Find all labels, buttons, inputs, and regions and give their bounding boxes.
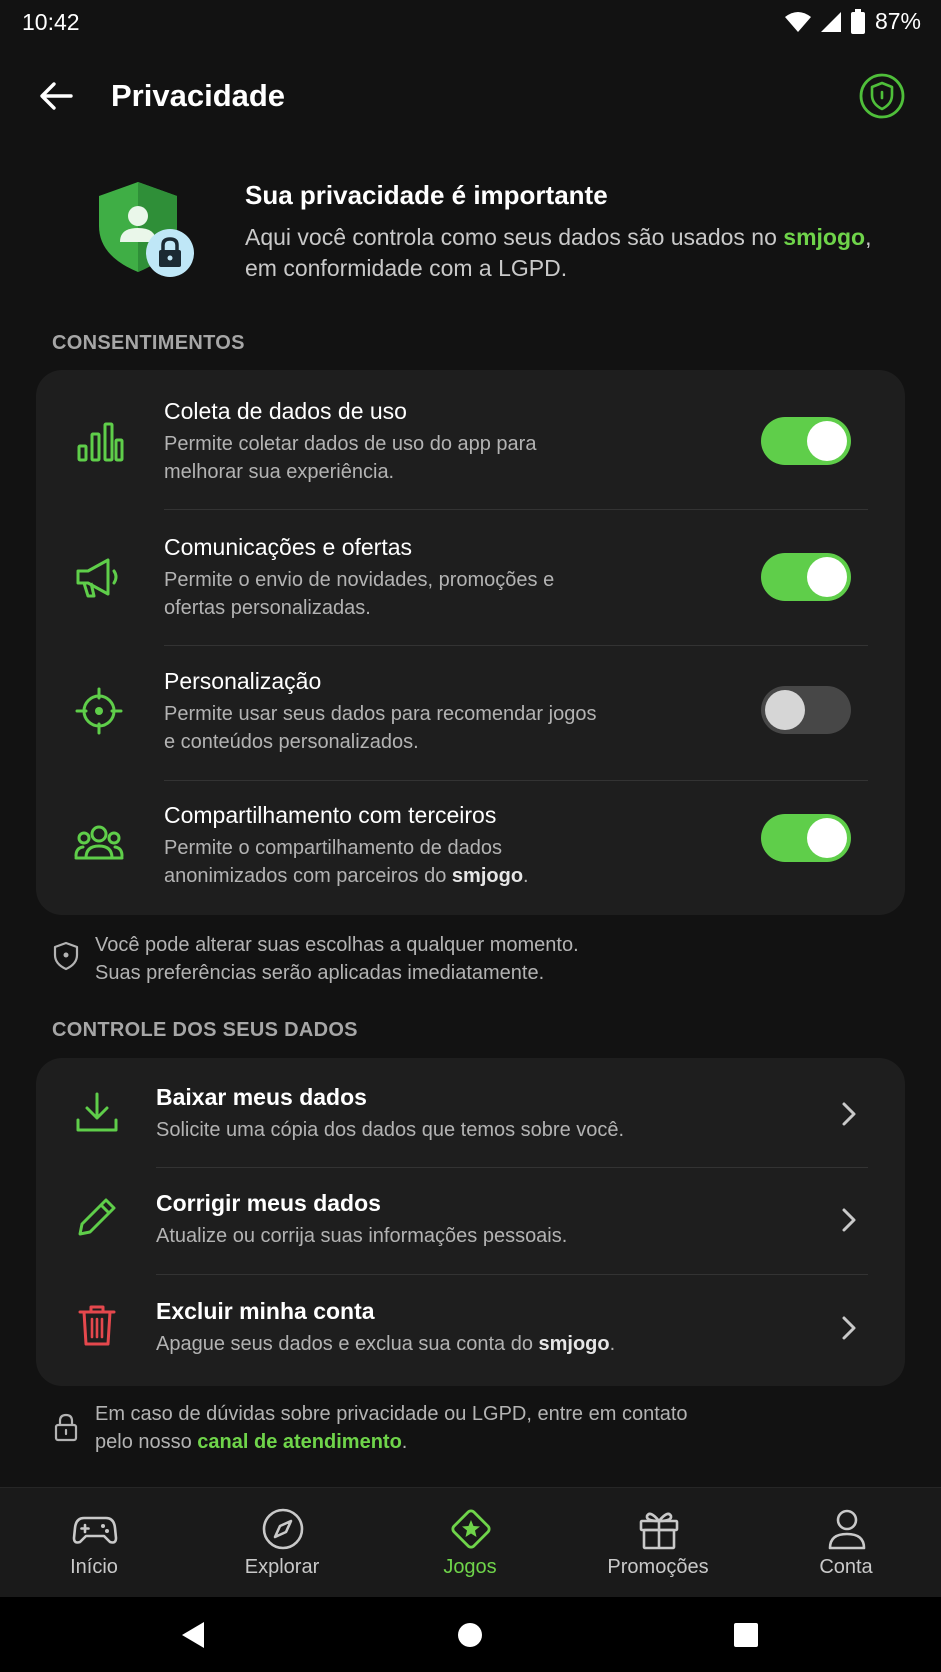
chevron-right-icon xyxy=(842,1316,856,1340)
note-text-part: . xyxy=(401,1431,408,1453)
consent-desc: Permite o envio de novidades, promoções … xyxy=(164,569,555,619)
data-row-title: Baixar meus dados xyxy=(156,1084,367,1110)
note-line: Você pode alterar suas escolhas a qualqu… xyxy=(95,934,579,956)
user-icon xyxy=(828,1509,866,1550)
data-row-desc-part: . xyxy=(609,1333,616,1355)
note-line: pelo nosso canal de atendimento. xyxy=(95,1428,875,1456)
signal-icon xyxy=(820,11,841,32)
section-header-data-control: CONTROLE DOS SEUS DADOS xyxy=(52,1019,358,1041)
data-row-delete[interactable]: Excluir minha conta Apague seus dados e … xyxy=(36,1274,905,1386)
data-row-download[interactable]: Baixar meus dados Solicite uma cópia dos… xyxy=(36,1058,905,1166)
wifi-icon xyxy=(784,11,811,32)
consent-desc: Permite usar seus dados para recomendar … xyxy=(164,703,597,753)
battery-icon xyxy=(850,8,865,34)
consent-title: Personalização xyxy=(164,668,322,694)
trash-icon xyxy=(78,1305,116,1346)
toggle-knob xyxy=(765,690,805,730)
arrow-left-icon xyxy=(40,82,73,110)
lock-icon xyxy=(54,1413,78,1442)
compass-icon xyxy=(262,1508,304,1550)
target-icon xyxy=(75,687,123,735)
gamepad-icon xyxy=(72,1516,118,1544)
app-bar: Privacidade xyxy=(0,60,941,132)
status-icons: 87% xyxy=(784,8,921,35)
nav-item-explorar[interactable]: Explorar xyxy=(188,1488,376,1598)
footer-note-text: Em caso de dúvidas sobre privacidade ou … xyxy=(95,1400,875,1456)
back-button[interactable] xyxy=(34,74,78,118)
consent-desc: Permite o compartilhamento de dados anon… xyxy=(164,834,584,890)
note-line: Em caso de dúvidas sobre privacidade ou … xyxy=(95,1403,688,1425)
nav-item-jogos[interactable]: Jogos xyxy=(376,1488,564,1598)
footer-note: Em caso de dúvidas sobre privacidade ou … xyxy=(52,1400,892,1460)
nav-item-conta[interactable]: Conta xyxy=(752,1488,940,1598)
nav-label: Explorar xyxy=(244,1556,320,1578)
consent-desc-part: . xyxy=(523,865,529,887)
intro-text-part: Aqui você controla como seus dados são u… xyxy=(245,224,784,250)
toggle-knob xyxy=(807,818,847,858)
gift-icon xyxy=(639,1512,679,1550)
nav-item-promocoes[interactable]: Promoções xyxy=(564,1488,752,1598)
home-circle-icon[interactable] xyxy=(454,1619,486,1651)
intro-text: Aqui você controla como seus dados são u… xyxy=(245,222,885,284)
megaphone-icon xyxy=(76,558,118,598)
bottom-nav: Início Explorar Jogos Promoções Conta xyxy=(0,1487,941,1597)
consent-row-personalization: Personalização Permite usar seus dados p… xyxy=(36,642,905,778)
consent-row-third-party: Compartilhamento com terceiros Permite o… xyxy=(36,778,905,915)
data-row-desc: Atualize ou corrija suas informações pes… xyxy=(156,1225,568,1247)
pencil-icon xyxy=(78,1198,116,1236)
note-text-part: pelo nosso xyxy=(95,1431,198,1453)
privacy-shield-icon xyxy=(99,182,194,277)
status-bar: 10:42 87% xyxy=(0,0,941,46)
data-row-desc: Solicite uma cópia dos dados que temos s… xyxy=(156,1119,625,1141)
brand-name: smjogo xyxy=(538,1333,610,1355)
consent-desc: Permite coletar dados de uso do app para… xyxy=(164,433,537,483)
system-nav-bar xyxy=(0,1597,941,1672)
consent-note: Você pode alterar suas escolhas a qualqu… xyxy=(52,931,892,991)
back-triangle-icon[interactable] xyxy=(178,1619,210,1651)
users-icon xyxy=(74,825,124,860)
shield-info-icon xyxy=(53,941,79,971)
data-row-title: Corrigir meus dados xyxy=(156,1190,381,1216)
brand-name: smjogo xyxy=(783,224,866,250)
shield-icon[interactable] xyxy=(858,72,906,120)
consent-row-usage-data: Coleta de dados de uso Permite coletar d… xyxy=(36,370,905,506)
consent-note-text: Você pode alterar suas escolhas a qualqu… xyxy=(95,931,875,987)
data-row-desc-part: Apague seus dados e exclua sua conta do xyxy=(156,1333,539,1355)
data-row-desc: Apague seus dados e exclua sua conta do … xyxy=(156,1330,776,1358)
toggle-communications[interactable] xyxy=(761,553,851,601)
battery-percent: 87% xyxy=(874,8,921,34)
section-header-consents: CONSENTIMENTOS xyxy=(52,332,245,354)
nav-item-inicio[interactable]: Início xyxy=(0,1488,188,1598)
consent-title: Coleta de dados de uso xyxy=(164,398,407,424)
toggle-third-party[interactable] xyxy=(761,814,851,862)
nav-label: Conta xyxy=(819,1556,873,1578)
support-channel-link[interactable]: canal de atendimento xyxy=(197,1431,402,1453)
data-row-correct[interactable]: Corrigir meus dados Atualize ou corrija … xyxy=(36,1166,905,1274)
recents-square-icon[interactable] xyxy=(730,1619,762,1651)
toggle-personalization[interactable] xyxy=(761,686,851,734)
consent-row-communications: Comunicações e ofertas Permite o envio d… xyxy=(36,506,905,642)
chevron-right-icon xyxy=(842,1208,856,1232)
page-title: Privacidade xyxy=(111,78,286,113)
toggle-knob xyxy=(807,557,847,597)
chevron-right-icon xyxy=(842,1102,856,1126)
data-control-card: Baixar meus dados Solicite uma cópia dos… xyxy=(36,1058,905,1386)
nav-label: Jogos xyxy=(443,1556,497,1578)
nav-label: Promoções xyxy=(607,1556,709,1578)
brand-name: smjogo xyxy=(451,865,524,887)
data-row-title: Excluir minha conta xyxy=(156,1298,375,1324)
bar-chart-icon xyxy=(77,422,124,462)
status-time: 10:42 xyxy=(22,9,80,35)
star-diamond-icon xyxy=(451,1509,491,1549)
download-icon xyxy=(76,1092,118,1132)
consent-title: Compartilhamento com terceiros xyxy=(164,802,497,828)
nav-label: Início xyxy=(70,1556,118,1578)
toggle-usage-data[interactable] xyxy=(761,417,851,465)
intro-title: Sua privacidade é importante xyxy=(245,180,608,210)
consents-card: Coleta de dados de uso Permite coletar d… xyxy=(36,370,905,915)
toggle-knob xyxy=(807,421,847,461)
note-line: Suas preferências serão aplicadas imedia… xyxy=(95,962,545,984)
consent-title: Comunicações e ofertas xyxy=(164,534,413,560)
